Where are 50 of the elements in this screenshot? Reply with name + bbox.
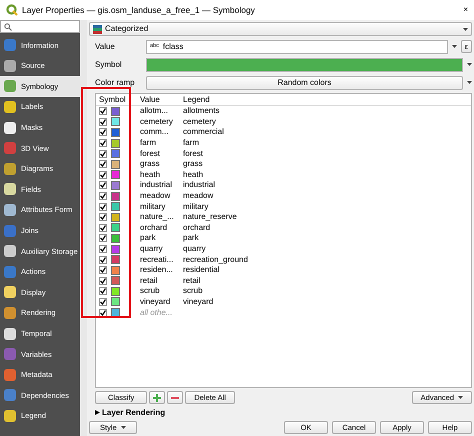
table-cell-text: orchard: [139, 222, 168, 234]
field-label: Symbol: [95, 58, 123, 70]
table-cell-text: vineyard: [139, 296, 172, 308]
table-cell-text: scrub: [139, 285, 161, 298]
table-cell-text: recreation_ground: [182, 254, 248, 266]
table-cell-text: residential: [182, 264, 220, 276]
table-cell-text: quarry: [182, 243, 206, 256]
table-cell-text: allotments: [182, 105, 220, 118]
table-cell-text: quarry: [139, 243, 164, 256]
table-cell-text: heath: [182, 168, 204, 181]
table-cell-text: industrial: [139, 179, 174, 192]
table-cell-text: farm: [139, 137, 157, 150]
table-cell-text: nature_...: [139, 211, 175, 224]
table-cell-text: farm: [182, 137, 199, 150]
layer-rendering-toggle[interactable]: Layer Rendering: [95, 407, 472, 418]
column-header[interactable]: Legend: [180, 94, 210, 106]
table-cell-text: nature_reserve: [182, 211, 237, 224]
color-ramp-button[interactable]: Random colors: [146, 76, 463, 90]
column-header[interactable]: Symbol: [96, 94, 134, 106]
table-cell-text: meadow: [182, 190, 214, 202]
table-cell-text: allotm...: [139, 105, 170, 118]
table-cell-text: meadow: [139, 190, 172, 202]
column-header[interactable]: Value: [134, 94, 180, 106]
table-cell-text: comm...: [139, 126, 170, 138]
table-cell-text: grass: [139, 158, 161, 170]
table-cell-text: scrub: [182, 285, 203, 298]
table-cell-text: industrial: [182, 179, 216, 192]
table-cell-text: park: [139, 232, 157, 244]
table-cell-text: vineyard: [182, 296, 214, 308]
table-cell-text: all othe...: [139, 306, 174, 319]
field-label: Value: [95, 40, 116, 52]
table-cell-text: military: [139, 200, 166, 213]
table-cell-text: residen...: [139, 264, 174, 276]
table-cell-text: cemetery: [139, 116, 174, 128]
table-cell-text: retail: [182, 274, 200, 287]
table-cell-text: military: [182, 200, 208, 213]
field-label: Color ramp: [95, 76, 136, 88]
table-cell-text: orchard: [182, 222, 210, 234]
table-cell-text: forest: [139, 148, 162, 160]
close-button[interactable]: ×: [463, 4, 468, 16]
table-cell-text: recreati...: [139, 254, 174, 266]
window-title: Layer Properties — gis.osm_landuse_a_free_1 — Symbology: [22, 4, 256, 16]
table-cell-text: heath: [139, 168, 162, 181]
table-cell-text: commercial: [182, 126, 224, 138]
table-cell-text: park: [182, 232, 199, 244]
table-cell-text: grass: [182, 158, 203, 170]
table-cell-text: forest: [182, 148, 204, 160]
table-cell-text: cemetery: [182, 116, 216, 128]
table-cell-text: retail: [139, 274, 158, 287]
renderer-dropdown[interactable]: Categorized: [89, 22, 472, 36]
